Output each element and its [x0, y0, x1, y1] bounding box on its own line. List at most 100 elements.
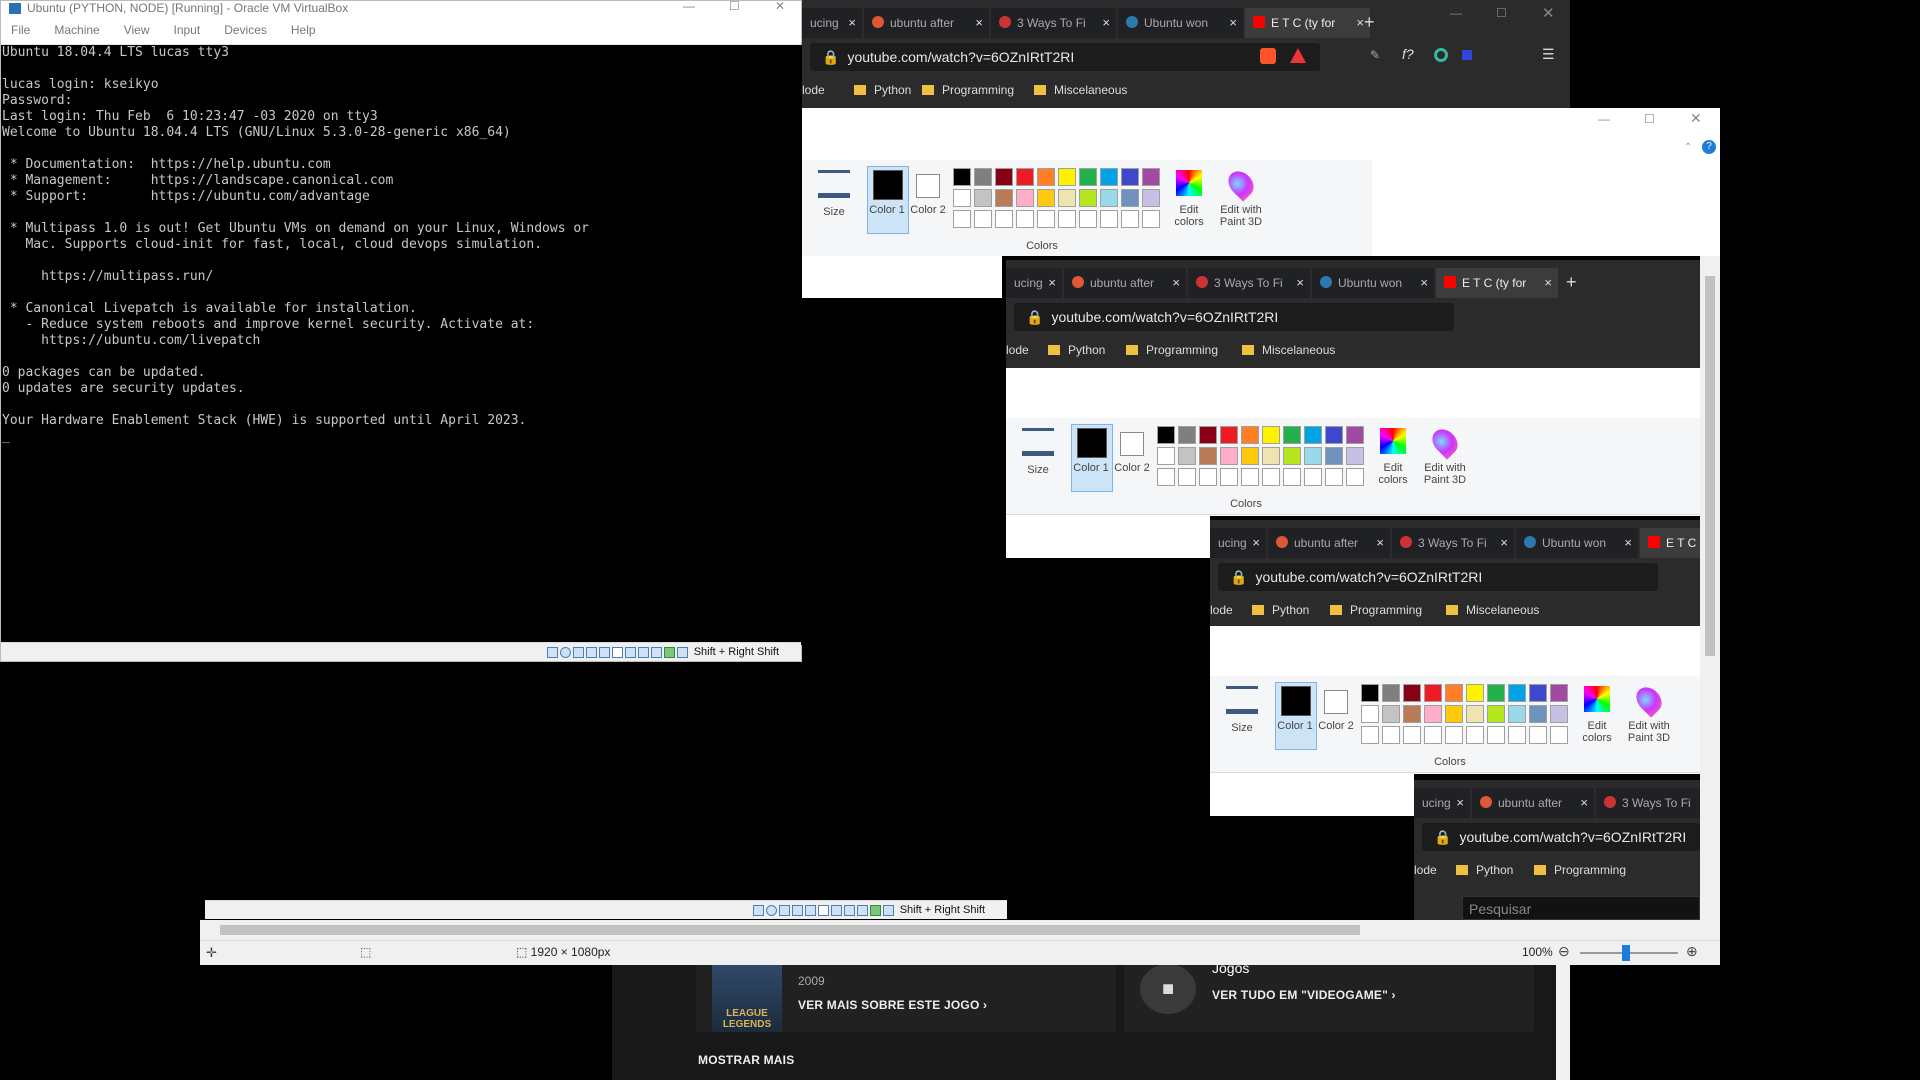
display-icon[interactable]: [624, 646, 636, 658]
color-swatch[interactable]: [1220, 426, 1238, 444]
color-swatch[interactable]: [1361, 726, 1379, 744]
tab-3-ways[interactable]: 3 Ways To Fi ×: [991, 8, 1116, 38]
bookmark-python[interactable]: Python: [1048, 342, 1105, 358]
color-swatch[interactable]: [1100, 210, 1118, 228]
network-icon[interactable]: [585, 646, 597, 658]
color-swatch[interactable]: [1220, 447, 1238, 465]
color-swatch[interactable]: [1529, 684, 1547, 702]
color-swatch[interactable]: [1142, 168, 1160, 186]
bookmark-miscelaneous[interactable]: Miscelaneous: [1242, 342, 1335, 358]
shared-folder-icon[interactable]: [611, 646, 623, 658]
edit-paint3d-label[interactable]: Edit with Paint 3D: [1216, 204, 1266, 228]
zoom-out-button[interactable]: ⊖: [1558, 943, 1570, 960]
game-more-link[interactable]: VER MAIS SOBRE ESTE JOGO ›: [798, 998, 987, 1012]
color-swatch[interactable]: [953, 168, 971, 186]
color-swatch[interactable]: [1487, 726, 1505, 744]
edit-colors-icon[interactable]: [1584, 686, 1610, 712]
color-swatch[interactable]: [1508, 684, 1526, 702]
color-swatch[interactable]: [953, 210, 971, 228]
eyedropper-icon[interactable]: ✎: [1370, 48, 1380, 62]
size-icon[interactable]: [1022, 428, 1054, 456]
bookmark-python[interactable]: Python: [854, 82, 911, 98]
help-icon[interactable]: ?: [1702, 140, 1716, 154]
color-swatch[interactable]: [1157, 426, 1175, 444]
tab-3-ways[interactable]: 3 Ways To Fi ×: [1188, 268, 1310, 298]
color-swatch[interactable]: [1403, 726, 1421, 744]
bookmark-miscelaneous[interactable]: Miscelaneous: [1446, 602, 1539, 618]
close-icon[interactable]: ×: [975, 8, 983, 38]
color-swatch[interactable]: [1325, 468, 1343, 486]
color-swatch[interactable]: [1382, 684, 1400, 702]
color-swatch[interactable]: [1241, 447, 1259, 465]
color2-swatch[interactable]: [916, 174, 940, 198]
usb-icon[interactable]: [598, 646, 610, 658]
color-swatch[interactable]: [1382, 726, 1400, 744]
tab-etc[interactable]: E T C (ty for ×: [1245, 8, 1370, 38]
close-icon[interactable]: ×: [1229, 8, 1237, 38]
color-swatch[interactable]: [1361, 684, 1379, 702]
bookmark-programming[interactable]: Programming: [1534, 862, 1626, 878]
category-card[interactable]: ■ Jogos VER TUDO EM "VIDEOGAME" ›: [1124, 960, 1534, 1032]
color-swatch[interactable]: [974, 189, 992, 207]
color-swatch[interactable]: [1346, 468, 1364, 486]
game-card[interactable]: LEAGUE LEGENDS 2009 VER MAIS SOBRE ESTE …: [696, 964, 1116, 1032]
bookmark-partial[interactable]: lode: [1006, 342, 1029, 358]
keyboard-icon[interactable]: [676, 646, 688, 658]
hdd-icon[interactable]: [546, 646, 558, 658]
cpu-icon[interactable]: [650, 646, 662, 658]
paint3d-icon[interactable]: [1223, 166, 1259, 202]
tab-partial[interactable]: ucing ×: [1414, 788, 1470, 818]
close-window-button[interactable]: ✕: [1690, 110, 1702, 127]
color-swatch[interactable]: [1304, 468, 1322, 486]
edit-colors-label[interactable]: Edit colors: [1166, 204, 1212, 228]
color-swatch[interactable]: [1058, 189, 1076, 207]
vm-terminal[interactable]: Ubuntu 18.04.4 LTS lucas tty3 lucas logi…: [2, 45, 802, 645]
color-swatch[interactable]: [1403, 684, 1421, 702]
tab-ubuntu-won[interactable]: Ubuntu won ×: [1516, 528, 1638, 558]
menu-help[interactable]: Help: [291, 23, 316, 37]
color-swatch[interactable]: [995, 168, 1013, 186]
color-swatch[interactable]: [1037, 210, 1055, 228]
bookmark-partial[interactable]: lode: [1414, 862, 1437, 878]
color-swatch[interactable]: [1283, 447, 1301, 465]
color-swatch[interactable]: [1304, 447, 1322, 465]
close-icon[interactable]: ×: [1356, 8, 1364, 38]
color-swatch[interactable]: [1262, 426, 1280, 444]
tab-ubuntu-after[interactable]: ubuntu after ×: [1064, 268, 1186, 298]
optical-drive-icon[interactable]: [559, 646, 571, 658]
paint3d-icon[interactable]: [1631, 682, 1667, 718]
menu-icon[interactable]: ☰: [1542, 46, 1555, 63]
show-more-button[interactable]: MOSTRAR MAIS: [698, 1053, 794, 1067]
bookmark-programming[interactable]: Programming: [1126, 342, 1218, 358]
color-swatch[interactable]: [1241, 468, 1259, 486]
color-swatch[interactable]: [1100, 189, 1118, 207]
minimize-button[interactable]: —: [683, 0, 695, 13]
color-swatch[interactable]: [1199, 468, 1217, 486]
color-swatch[interactable]: [953, 189, 971, 207]
horizontal-scrollbar[interactable]: [200, 920, 1720, 940]
size-icon[interactable]: [818, 170, 850, 198]
color-swatch[interactable]: [1508, 726, 1526, 744]
color-swatch[interactable]: [1142, 210, 1160, 228]
color-swatch[interactable]: [1466, 726, 1484, 744]
close-window-button[interactable]: ✕: [1542, 4, 1555, 22]
color-swatch[interactable]: [1466, 705, 1484, 723]
maximize-button[interactable]: ☐: [1496, 6, 1507, 20]
color-swatch[interactable]: [1121, 210, 1139, 228]
color-swatch[interactable]: [1100, 168, 1118, 186]
recording-icon[interactable]: [637, 646, 649, 658]
color-swatch[interactable]: [1346, 426, 1364, 444]
address-bar[interactable]: 🔒 youtube.com/watch?v=6OZnIRtT2RI: [1014, 303, 1454, 331]
color-swatch[interactable]: [1016, 210, 1034, 228]
menu-file[interactable]: File: [11, 23, 30, 37]
color-swatch[interactable]: [1037, 189, 1055, 207]
color-swatch[interactable]: [1550, 726, 1568, 744]
color-swatch[interactable]: [1121, 189, 1139, 207]
brave-rewards-icon[interactable]: [1290, 48, 1306, 63]
tab-ubuntu-after[interactable]: ubuntu after ×: [1268, 528, 1390, 558]
brave-shield-icon[interactable]: [1260, 48, 1276, 64]
edit-paint3d-label[interactable]: Edit with Paint 3D: [1624, 720, 1674, 744]
color-swatch[interactable]: [974, 210, 992, 228]
color-swatch[interactable]: [1157, 468, 1175, 486]
close-window-button[interactable]: ✕: [775, 0, 785, 13]
